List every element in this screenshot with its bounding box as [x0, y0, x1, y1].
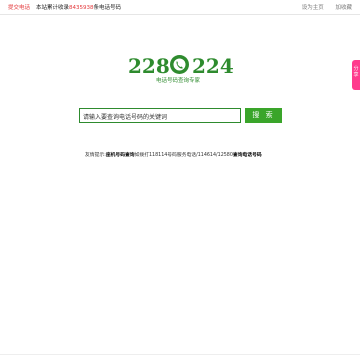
top-links: 设为主页 加收藏 — [292, 3, 352, 11]
search-input[interactable]: 请输入要查询电话号码的关键词 — [79, 108, 241, 123]
top-bar: 提交电话 本站累计收录8435938条电话号码 设为主页 加收藏 — [0, 0, 360, 15]
logo-digits-right: 224 — [192, 54, 234, 78]
stats-count: 8435938 — [69, 5, 94, 11]
footer-divider — [0, 354, 360, 355]
set-homepage-link[interactable]: 设为主页 — [302, 5, 324, 11]
site-logo[interactable]: 228 224 电话号码查询专家 — [126, 54, 236, 86]
search-button[interactable]: 搜 索 — [245, 108, 282, 123]
tip-prefix: 友情提示: — [85, 153, 106, 158]
add-favorite-link[interactable]: 加收藏 — [335, 5, 352, 11]
stats-prefix: 本站累计收录 — [36, 5, 70, 11]
tip-query-link[interactable]: 查询电话号码 — [233, 153, 262, 158]
tip-landline-link[interactable]: 座机号码查询 — [106, 153, 135, 158]
submit-phone-link[interactable]: 提交电话 — [8, 3, 30, 11]
share-tab[interactable]: 分享 — [352, 60, 360, 90]
stats-text: 本站累计收录8435938条电话号码 — [36, 3, 121, 11]
logo-digits-left: 228 — [128, 54, 170, 78]
logo-tagline: 电话号码查询专家 — [156, 78, 201, 84]
phone-handset-icon — [170, 55, 189, 74]
stats-suffix: 条电话号码 — [93, 5, 122, 11]
tip-middle: 如拨打118114号码服务电话/114614/12580 — [134, 153, 233, 158]
friendly-tip: 友情提示:座机号码查询如拨打118114号码服务电话/114614/12580查… — [85, 151, 262, 158]
